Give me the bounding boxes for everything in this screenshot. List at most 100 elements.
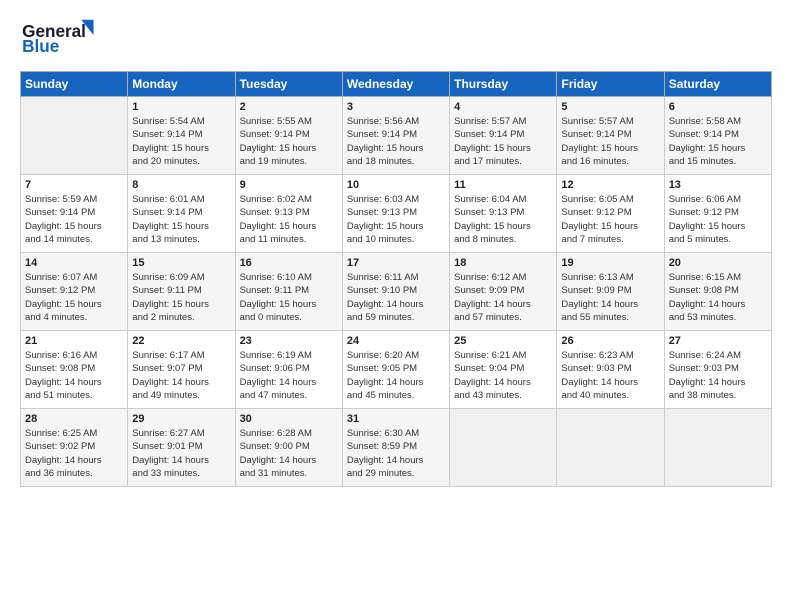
week-row-4: 21 Sunrise: 6:16 AM Sunset: 9:08 PM Dayli… (21, 331, 772, 409)
day-info: Sunrise: 5:57 AM Sunset: 9:14 PM Dayligh… (454, 115, 552, 168)
day-cell: 12Sunrise: 6:05 AM Sunset: 9:12 PM Dayli… (557, 175, 664, 253)
day-info: Sunrise: 5:58 AM Sunset: 9:14 PM Dayligh… (669, 115, 767, 168)
day-info: Sunrise: 6:02 AM Sunset: 9:13 PM Dayligh… (240, 193, 338, 246)
day-number: 6 (669, 101, 767, 113)
day-cell: 13 Sunrise: 6:06 AM Sunset: 9:12 PM Dayli… (664, 175, 771, 253)
day-cell (664, 409, 771, 487)
week-row-1: 1 Sunrise: 5:54 AM Sunset: 9:14 PM Daylig… (21, 97, 772, 175)
calendar-table: SundayMondayTuesdayWednesdayThursdayFrid… (20, 71, 772, 487)
day-cell: 16Sunrise: 6:10 AM Sunset: 9:11 PM Dayli… (235, 253, 342, 331)
day-number: 15 (132, 257, 230, 269)
day-cell: 27 Sunrise: 6:24 AM Sunset: 9:03 PM Dayli… (664, 331, 771, 409)
day-number: 31 (347, 413, 445, 425)
day-number: 12 (561, 179, 659, 191)
day-info: Sunrise: 6:12 AM Sunset: 9:09 PM Dayligh… (454, 271, 552, 324)
day-info: Sunrise: 6:24 AM Sunset: 9:03 PM Dayligh… (669, 349, 767, 402)
day-number: 1 (132, 101, 230, 113)
header-row: SundayMondayTuesdayWednesdayThursdayFrid… (21, 72, 772, 97)
day-number: 14 (25, 257, 123, 269)
day-number: 7 (25, 179, 123, 191)
day-header-friday: Friday (557, 72, 664, 97)
day-cell: 3 Sunrise: 5:56 AM Sunset: 9:14 PM Daylig… (342, 97, 449, 175)
day-number: 28 (25, 413, 123, 425)
day-cell: 5 Sunrise: 5:57 AM Sunset: 9:14 PM Daylig… (557, 97, 664, 175)
day-number: 19 (561, 257, 659, 269)
day-header-tuesday: Tuesday (235, 72, 342, 97)
day-number: 17 (347, 257, 445, 269)
day-info: Sunrise: 6:20 AM Sunset: 9:05 PM Dayligh… (347, 349, 445, 402)
day-info: Sunrise: 6:07 AM Sunset: 9:12 PM Dayligh… (25, 271, 123, 324)
day-info: Sunrise: 6:13 AM Sunset: 9:09 PM Dayligh… (561, 271, 659, 324)
day-number: 16 (240, 257, 338, 269)
day-info: Sunrise: 6:28 AM Sunset: 9:00 PM Dayligh… (240, 427, 338, 480)
day-cell: 18 Sunrise: 6:12 AM Sunset: 9:09 PM Dayli… (450, 253, 557, 331)
day-info: Sunrise: 6:23 AM Sunset: 9:03 PM Dayligh… (561, 349, 659, 402)
day-cell: 1 Sunrise: 5:54 AM Sunset: 9:14 PM Daylig… (128, 97, 235, 175)
day-cell: 15 Sunrise: 6:09 AM Sunset: 9:11 PM Dayli… (128, 253, 235, 331)
day-header-saturday: Saturday (664, 72, 771, 97)
day-cell: 30 Sunrise: 6:28 AM Sunset: 9:00 PM Dayli… (235, 409, 342, 487)
day-info: Sunrise: 6:27 AM Sunset: 9:01 PM Dayligh… (132, 427, 230, 480)
day-info: Sunrise: 6:16 AM Sunset: 9:08 PM Dayligh… (25, 349, 123, 402)
day-number: 13 (669, 179, 767, 191)
day-cell: 31Sunrise: 6:30 AM Sunset: 8:59 PM Dayli… (342, 409, 449, 487)
day-cell: 22 Sunrise: 6:17 AM Sunset: 9:07 PM Dayli… (128, 331, 235, 409)
day-number: 25 (454, 335, 552, 347)
day-number: 30 (240, 413, 338, 425)
day-cell: 17 Sunrise: 6:11 AM Sunset: 9:10 PM Dayli… (342, 253, 449, 331)
day-number: 18 (454, 257, 552, 269)
day-cell: 7 Sunrise: 5:59 AM Sunset: 9:14 PM Daylig… (21, 175, 128, 253)
day-number: 8 (132, 179, 230, 191)
page: General Blue SundayMondayTuesdayWednesda… (0, 0, 792, 497)
day-number: 21 (25, 335, 123, 347)
day-number: 20 (669, 257, 767, 269)
svg-text:Blue: Blue (22, 36, 59, 56)
day-header-sunday: Sunday (21, 72, 128, 97)
day-number: 24 (347, 335, 445, 347)
day-number: 26 (561, 335, 659, 347)
day-info: Sunrise: 6:15 AM Sunset: 9:08 PM Dayligh… (669, 271, 767, 324)
day-number: 27 (669, 335, 767, 347)
day-cell: 25Sunrise: 6:21 AM Sunset: 9:04 PM Dayli… (450, 331, 557, 409)
day-info: Sunrise: 6:17 AM Sunset: 9:07 PM Dayligh… (132, 349, 230, 402)
day-cell: 10Sunrise: 6:03 AM Sunset: 9:13 PM Dayli… (342, 175, 449, 253)
day-info: Sunrise: 5:54 AM Sunset: 9:14 PM Dayligh… (132, 115, 230, 168)
day-info: Sunrise: 6:09 AM Sunset: 9:11 PM Dayligh… (132, 271, 230, 324)
day-cell: 26 Sunrise: 6:23 AM Sunset: 9:03 PM Dayli… (557, 331, 664, 409)
day-number: 23 (240, 335, 338, 347)
day-cell: 28Sunrise: 6:25 AM Sunset: 9:02 PM Dayli… (21, 409, 128, 487)
day-number: 5 (561, 101, 659, 113)
day-cell: 9 Sunrise: 6:02 AM Sunset: 9:13 PM Daylig… (235, 175, 342, 253)
day-info: Sunrise: 5:57 AM Sunset: 9:14 PM Dayligh… (561, 115, 659, 168)
day-number: 4 (454, 101, 552, 113)
day-info: Sunrise: 5:59 AM Sunset: 9:14 PM Dayligh… (25, 193, 123, 246)
week-row-3: 14 Sunrise: 6:07 AM Sunset: 9:12 PM Dayli… (21, 253, 772, 331)
day-header-wednesday: Wednesday (342, 72, 449, 97)
day-number: 29 (132, 413, 230, 425)
day-cell: 19 Sunrise: 6:13 AM Sunset: 9:09 PM Dayli… (557, 253, 664, 331)
day-info: Sunrise: 6:01 AM Sunset: 9:14 PM Dayligh… (132, 193, 230, 246)
day-cell: 24 Sunrise: 6:20 AM Sunset: 9:05 PM Dayli… (342, 331, 449, 409)
day-cell: 6 Sunrise: 5:58 AM Sunset: 9:14 PM Daylig… (664, 97, 771, 175)
day-header-thursday: Thursday (450, 72, 557, 97)
day-info: Sunrise: 6:06 AM Sunset: 9:12 PM Dayligh… (669, 193, 767, 246)
day-number: 9 (240, 179, 338, 191)
day-cell: 23 Sunrise: 6:19 AM Sunset: 9:06 PM Dayli… (235, 331, 342, 409)
day-cell (21, 97, 128, 175)
day-cell: 2Sunrise: 5:55 AM Sunset: 9:14 PM Daylig… (235, 97, 342, 175)
day-cell: 14 Sunrise: 6:07 AM Sunset: 9:12 PM Dayli… (21, 253, 128, 331)
day-info: Sunrise: 6:19 AM Sunset: 9:06 PM Dayligh… (240, 349, 338, 402)
day-info: Sunrise: 6:11 AM Sunset: 9:10 PM Dayligh… (347, 271, 445, 324)
day-number: 11 (454, 179, 552, 191)
day-info: Sunrise: 6:04 AM Sunset: 9:13 PM Dayligh… (454, 193, 552, 246)
day-cell: 4 Sunrise: 5:57 AM Sunset: 9:14 PM Daylig… (450, 97, 557, 175)
day-number: 10 (347, 179, 445, 191)
day-cell: 11 Sunrise: 6:04 AM Sunset: 9:13 PM Dayli… (450, 175, 557, 253)
day-info: Sunrise: 5:55 AM Sunset: 9:14 PM Dayligh… (240, 115, 338, 168)
day-number: 3 (347, 101, 445, 113)
week-row-5: 28Sunrise: 6:25 AM Sunset: 9:02 PM Dayli… (21, 409, 772, 487)
week-row-2: 7 Sunrise: 5:59 AM Sunset: 9:14 PM Daylig… (21, 175, 772, 253)
day-number: 22 (132, 335, 230, 347)
day-cell: 29 Sunrise: 6:27 AM Sunset: 9:01 PM Dayli… (128, 409, 235, 487)
day-info: Sunrise: 5:56 AM Sunset: 9:14 PM Dayligh… (347, 115, 445, 168)
